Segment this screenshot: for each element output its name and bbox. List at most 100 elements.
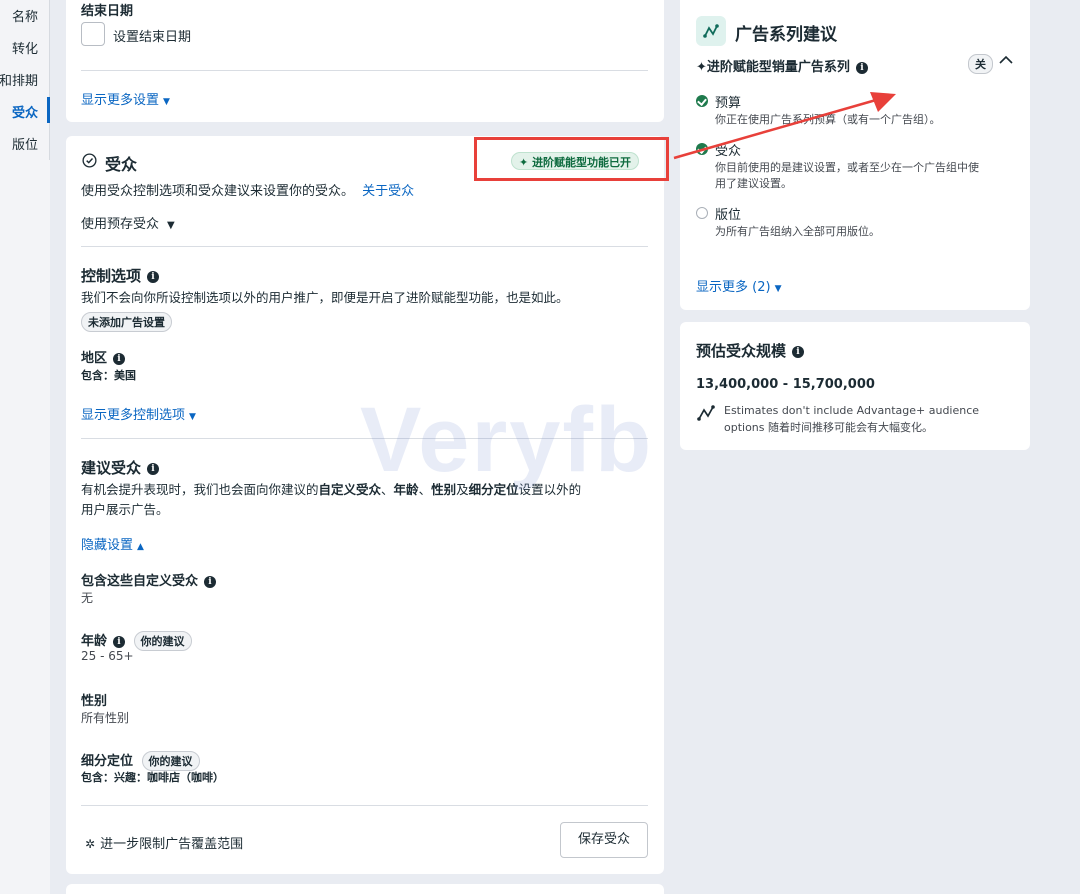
caret-down-icon: ▼ [774, 284, 782, 294]
nav-active-indicator [47, 97, 50, 123]
custom-audience-title: 包含这些自定义受众 i [81, 570, 217, 589]
show-more-recommendations-label: 显示更多 (2) [696, 280, 771, 295]
check-circle-icon [82, 153, 97, 168]
next-card [66, 884, 664, 894]
recommendations-title: 广告系列建议 [735, 25, 837, 45]
info-icon[interactable]: i [113, 635, 126, 648]
nav-item-name[interactable]: 名称 [12, 6, 38, 25]
end-date-title: 结束日期 [81, 4, 134, 19]
audience-card: 受众 使用受众控制选项和受众建议来设置你的受众。 关于受众 使用预存受众 ▼ 控制… [66, 136, 664, 874]
suggestion-title: 建议受众 i [81, 457, 160, 478]
saved-audience-dropdown[interactable]: 使用预存受众 ▼ [81, 213, 175, 232]
audience-description-text: 使用受众控制选项和受众建议来设置你的受众。 [81, 184, 355, 199]
detailed-suggestion-pill: 你的建议 [141, 751, 200, 771]
caret-up-icon: ▲ [137, 542, 144, 552]
toggle-off-pill[interactable]: 关 [968, 54, 993, 74]
gender-value: 所有性别 [81, 711, 130, 725]
show-more-controls-label: 显示更多控制选项 [81, 408, 186, 423]
suggestion-desc-bold1: 自定义受众 [318, 482, 382, 497]
detailed-targeting-title: 细分定位 你的建议 [81, 750, 200, 771]
info-icon[interactable]: i [204, 575, 217, 588]
nav-item-audience[interactable]: 受众 [12, 102, 38, 121]
detailed-targeting-value: 包含：兴趣：咖啡店（咖啡） [81, 771, 224, 784]
suggestion-desc-sep3: 及 [456, 482, 469, 497]
suggestion-desc-sep1: 、 [381, 482, 394, 497]
audience-size-note-2: options 随着时间推移可能会有大幅变化。 [724, 421, 934, 434]
gear-icon: ✲ [85, 837, 96, 851]
age-suggestion-pill: 你的建议 [133, 631, 192, 651]
custom-audience-value: 无 [81, 591, 94, 605]
left-nav: 名称 转化 和排期 受众 版位 [0, 0, 50, 894]
suggestion-desc-bold2: 年龄 [393, 482, 419, 497]
saved-audience-label: 使用预存受众 [81, 217, 160, 232]
show-more-settings-link[interactable]: 显示更多设置 ▼ [81, 89, 170, 108]
nav-item-conversion[interactable]: 转化 [12, 38, 38, 57]
recommendation-icon [696, 16, 726, 46]
hide-settings-label: 隐藏设置 [81, 538, 134, 553]
check-pending-icon [696, 207, 708, 219]
audience-size-title: 预估受众规模 i [696, 340, 805, 361]
info-icon[interactable]: i [147, 462, 160, 475]
caret-down-icon: ▼ [189, 412, 196, 422]
controls-description: 我们不会向你所设控制选项以外的用户推广，即便是开启了进阶赋能型功能，也是如此。 [81, 290, 569, 305]
limit-reach-link[interactable]: ✲ 进一步限制广告覆盖范围 [85, 833, 243, 852]
end-date-checkbox[interactable] [81, 22, 105, 46]
rec-item-placement-desc: 为所有广告组纳入全部可用版位。 [715, 225, 880, 238]
audience-divider-2 [81, 438, 648, 439]
suggestion-desc-bold3: 性别 [431, 482, 457, 497]
audience-title: 受众 [105, 155, 138, 174]
controls-title-text: 控制选项 [81, 267, 142, 285]
custom-audience-title-text: 包含这些自定义受众 [81, 574, 199, 589]
gender-title: 性别 [81, 694, 108, 709]
audience-size-range: 13,400,000 - 15,700,000 [696, 377, 875, 392]
age-title: 年龄 i 你的建议 [81, 630, 192, 651]
suggestion-desc-part1: 有机会提升表现时，我们也会面向你建议的 [81, 482, 319, 497]
age-title-text: 年龄 [81, 634, 108, 649]
sparkle-icon: ✦ [519, 156, 529, 169]
suggestion-desc-bold4: 细分定位 [468, 482, 519, 497]
controls-title: 控制选项 i [81, 265, 160, 286]
nav-item-schedule[interactable]: 和排期 [0, 70, 38, 89]
show-more-settings-label: 显示更多设置 [81, 93, 160, 108]
info-icon[interactable]: i [147, 270, 160, 283]
save-audience-button[interactable]: 保存受众 [560, 822, 648, 858]
audience-size-note-1: Estimates don't include Advantage+ audie… [724, 404, 980, 417]
schedule-divider [81, 70, 648, 71]
nav-item-placement[interactable]: 版位 [12, 134, 38, 153]
suggestion-description: 有机会提升表现时，我们也会面向你建议的自定义受众、年龄、性别及细分定位设置以外的 [81, 479, 581, 498]
audience-size-title-text: 预估受众规模 [696, 342, 787, 360]
info-icon[interactable]: i [113, 352, 126, 365]
suggestion-description-line2: 用户展示广告。 [81, 502, 169, 517]
advantage-badge-label: 进阶赋能型功能已开 [532, 156, 632, 169]
caret-down-icon: ▼ [163, 97, 170, 107]
show-more-recommendations-link[interactable]: 显示更多 (2) ▼ [696, 276, 781, 295]
audience-description: 使用受众控制选项和受众建议来设置你的受众。 关于受众 [81, 180, 414, 199]
suggestion-desc-sep2: 、 [418, 482, 432, 497]
hide-settings-link[interactable]: 隐藏设置 ▲ [81, 534, 144, 553]
nav-divider [49, 0, 50, 160]
chevron-up-icon[interactable] [998, 54, 1014, 66]
info-icon[interactable]: i [855, 61, 868, 74]
advantage-badge: ✦ 进阶赋能型功能已开 [511, 152, 640, 170]
rec-item-audience-desc-2: 用了建议设置。 [715, 177, 792, 190]
rec-item-placement-title: 版位 [715, 208, 742, 223]
audience-divider-1 [81, 246, 648, 247]
region-value: 包含：美国 [81, 369, 136, 382]
no-ad-settings-pill: 未添加广告设置 [81, 312, 172, 332]
suggestion-title-text: 建议受众 [81, 459, 142, 477]
recommendations-subtitle-text: ✦进阶赋能型销量广告系列 [696, 60, 850, 75]
schedule-card: 结束日期 设置结束日期 显示更多设置 ▼ [66, 0, 664, 122]
region-title-text: 地区 [81, 351, 108, 366]
about-audience-link[interactable]: 关于受众 [362, 184, 414, 199]
audience-size-card: 预估受众规模 i 13,400,000 - 15,700,000 Estimate… [680, 322, 1030, 450]
show-more-controls-link[interactable]: 显示更多控制选项 ▼ [81, 404, 196, 423]
info-icon[interactable]: i [792, 345, 805, 358]
caret-down-icon: ▼ [167, 220, 175, 231]
region-title: 地区 i [81, 347, 126, 366]
recommendations-subtitle: ✦进阶赋能型销量广告系列 i [696, 56, 868, 75]
limit-reach-label: 进一步限制广告覆盖范围 [100, 837, 244, 852]
age-value: 25 - 65+ [81, 649, 134, 663]
set-end-date-label: 设置结束日期 [113, 30, 192, 45]
advantage-audience-icon [697, 405, 715, 421]
no-ad-settings-pill-text: 未添加广告设置 [81, 312, 172, 332]
